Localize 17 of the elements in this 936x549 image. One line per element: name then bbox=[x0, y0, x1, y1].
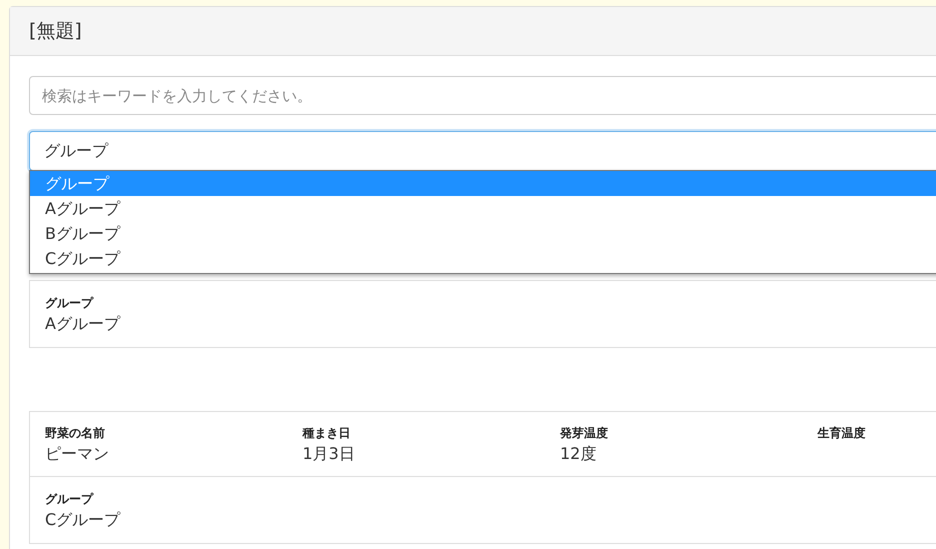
field-label: グループ bbox=[45, 295, 94, 312]
panel-title: [無題] bbox=[29, 19, 82, 44]
field-label: 種まき日 bbox=[302, 425, 352, 442]
group-select[interactable]: グループ bbox=[29, 131, 936, 171]
field-value: ピーマン bbox=[45, 443, 110, 465]
field-label: 野菜の名前 bbox=[45, 425, 106, 442]
field-value: 12度 bbox=[560, 443, 598, 465]
field-value: 1月3日 bbox=[302, 443, 356, 465]
field-value: Cグループ bbox=[45, 509, 122, 531]
field-value: Aグループ bbox=[45, 313, 122, 335]
field-label: 生育温度 bbox=[818, 425, 866, 442]
search-field[interactable]: 検索はキーワードを入力してください。 bbox=[29, 76, 936, 115]
field-label: グループ bbox=[45, 491, 94, 508]
field-label: 発芽温度 bbox=[560, 425, 609, 442]
dropdown-option[interactable]: Bグループ bbox=[30, 221, 936, 246]
dropdown-option[interactable]: Cグループ bbox=[30, 246, 936, 271]
dropdown-option[interactable]: Aグループ bbox=[30, 196, 936, 221]
